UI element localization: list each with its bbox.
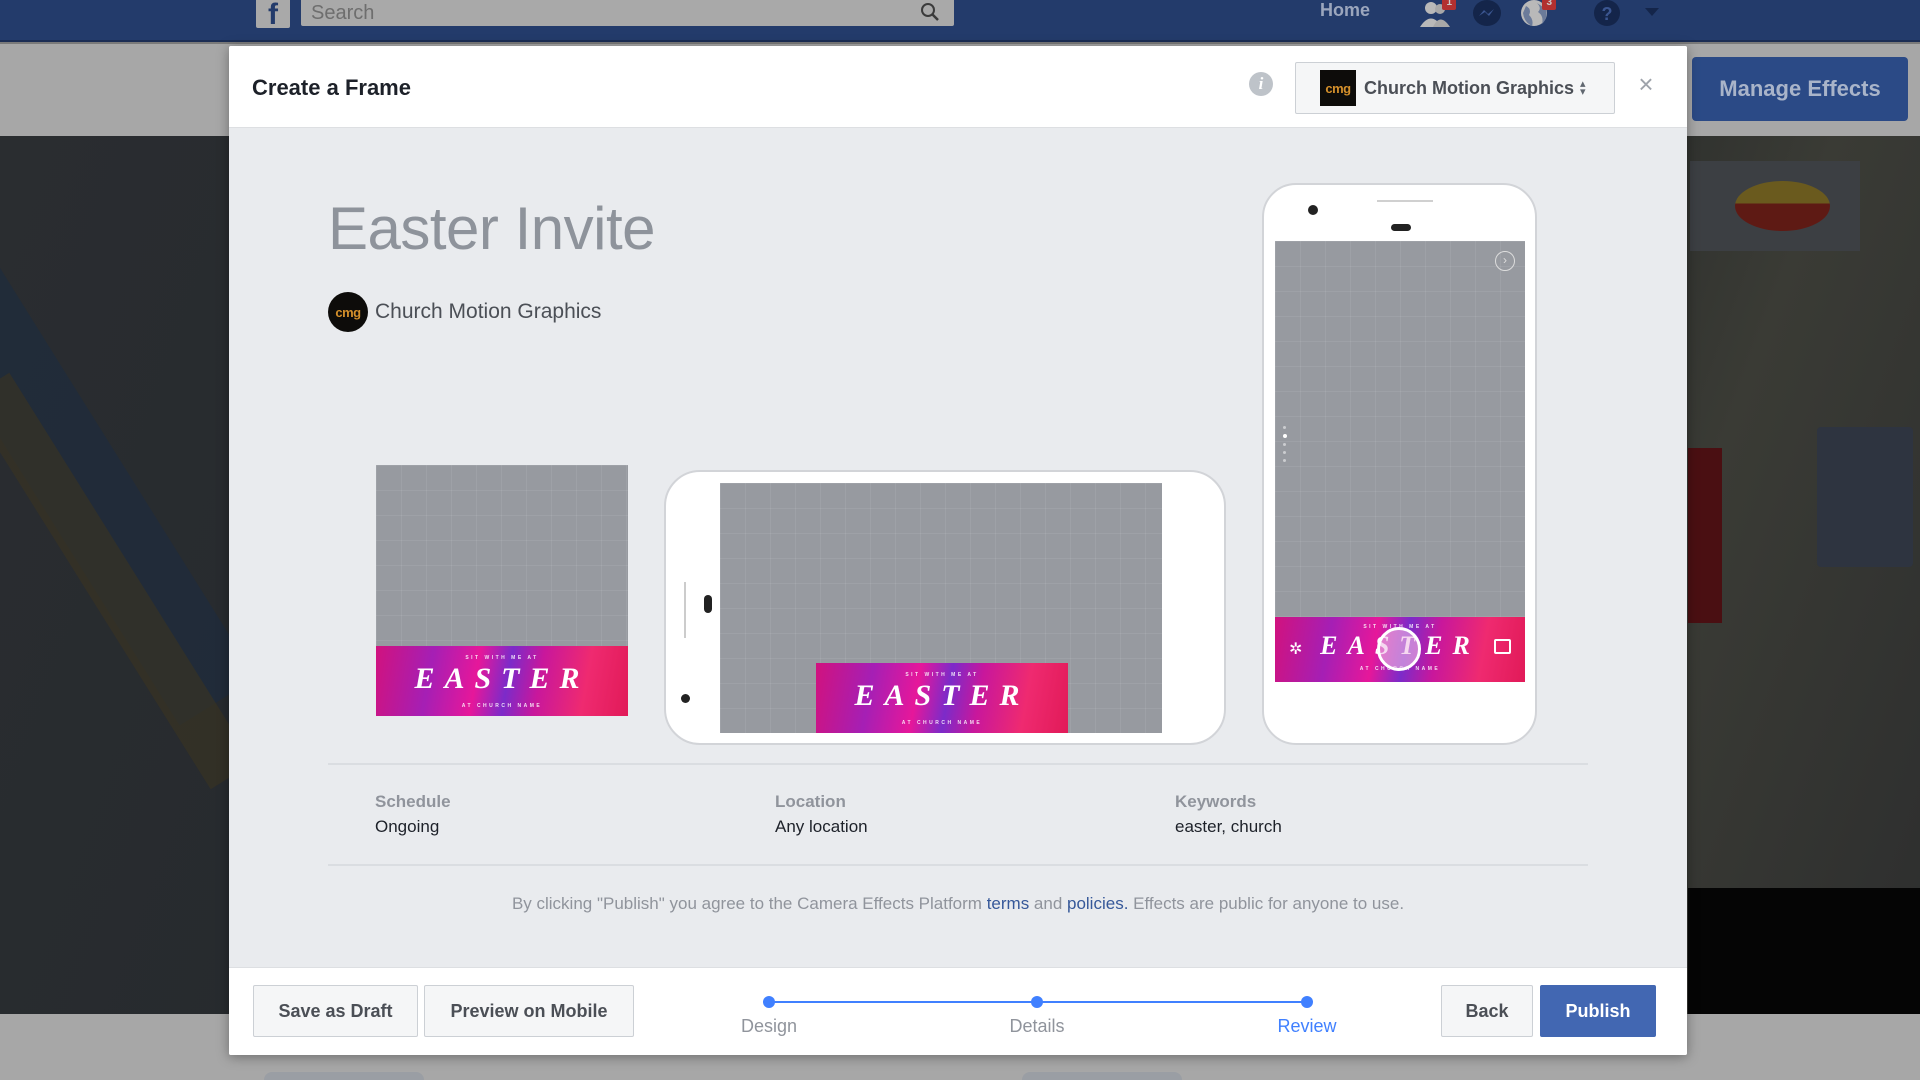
svg-text:?: ? bbox=[1602, 4, 1613, 24]
manage-effects-button[interactable]: Manage Effects bbox=[1692, 57, 1908, 121]
phone-camera bbox=[1308, 205, 1318, 215]
detail-keywords: Keywords easter, church bbox=[1175, 792, 1282, 837]
help-icon: ? bbox=[1594, 0, 1620, 26]
messenger-icon bbox=[1473, 0, 1501, 26]
phone-camera bbox=[681, 694, 690, 703]
notifications-badge: 3 bbox=[1542, 0, 1556, 10]
phone-screen: › SIT WITH ME AT EASTER AT CHURCH NAME ✲ bbox=[1275, 241, 1525, 682]
easter-frame-banner: SIT WITH ME AT EASTER AT CHURCH NAME bbox=[376, 646, 628, 716]
owner-avatar: cmg bbox=[328, 292, 368, 332]
gallery-icon bbox=[1494, 639, 1511, 654]
page-dots bbox=[1283, 426, 1287, 462]
publish-button[interactable]: Publish bbox=[1540, 985, 1656, 1037]
detail-value: Any location bbox=[775, 817, 868, 836]
legal-text: and bbox=[1029, 894, 1067, 913]
info-icon[interactable]: i bbox=[1249, 72, 1273, 96]
detail-label: Schedule bbox=[375, 792, 451, 811]
messenger-button[interactable] bbox=[1472, 0, 1502, 30]
dialog-header: Create a Frame i cmg Church Motion Graph… bbox=[229, 46, 1687, 128]
legal-text: By clicking "Publish" you agree to the C… bbox=[511, 894, 987, 913]
step-label-details[interactable]: Details bbox=[1009, 1016, 1064, 1037]
easter-frame-banner: SIT WITH ME AT EASTER AT CHURCH NAME bbox=[816, 663, 1068, 733]
frame-bottom-line: AT CHURCH NAME bbox=[901, 720, 983, 726]
phone-screen: SIT WITH ME AT EASTER AT CHURCH NAME bbox=[720, 483, 1162, 733]
effects-wand-icon: ✲ bbox=[1289, 641, 1303, 658]
notifications-button[interactable]: 3 bbox=[1520, 0, 1556, 30]
detail-value: easter, church bbox=[1175, 817, 1282, 836]
caret-down-icon bbox=[1645, 8, 1659, 16]
account-menu-button[interactable] bbox=[1644, 4, 1674, 34]
detail-label: Location bbox=[775, 792, 846, 811]
terms-link[interactable]: terms bbox=[987, 894, 1030, 913]
phone-speaker bbox=[704, 595, 712, 613]
legal-text: Effects are public for anyone to use. bbox=[1128, 894, 1405, 913]
frame-top-line: SIT WITH ME AT bbox=[465, 655, 539, 661]
landscape-phone-preview: SIT WITH ME AT EASTER AT CHURCH NAME bbox=[664, 470, 1226, 745]
nav-home-link[interactable]: Home bbox=[1320, 0, 1370, 22]
create-frame-dialog: Create a Frame i cmg Church Motion Graph… bbox=[229, 46, 1687, 1055]
detail-schedule: Schedule Ongoing bbox=[375, 792, 451, 837]
page-selector[interactable]: cmg Church Motion Graphics ▴ ▾ bbox=[1295, 62, 1615, 114]
help-button[interactable]: ? bbox=[1592, 0, 1622, 30]
friend-requests-badge: 1 bbox=[1442, 0, 1456, 10]
step-label-design[interactable]: Design bbox=[741, 1016, 797, 1037]
selected-page-label: Church Motion Graphics bbox=[1364, 77, 1575, 98]
frame-headline: EASTER bbox=[854, 679, 1030, 712]
close-icon[interactable]: × bbox=[1634, 71, 1658, 97]
facebook-top-bar: f Home 1 3 ? bbox=[0, 0, 1920, 42]
preview-on-mobile-button[interactable]: Preview on Mobile bbox=[424, 985, 634, 1037]
detail-location: Location Any location bbox=[775, 792, 868, 837]
legal-notice: By clicking "Publish" you agree to the C… bbox=[229, 894, 1687, 914]
step-dot-design[interactable] bbox=[763, 996, 775, 1008]
facebook-logo[interactable]: f bbox=[256, 0, 290, 30]
owner-name: Church Motion Graphics bbox=[375, 300, 602, 323]
effect-title: Easter Invite bbox=[328, 195, 656, 262]
portrait-phone-preview: › SIT WITH ME AT EASTER AT CHURCH NAME ✲ bbox=[1262, 183, 1537, 745]
detail-label: Keywords bbox=[1175, 792, 1257, 811]
easter-frame-banner: SIT WITH ME AT EASTER AT CHURCH NAME ✲ bbox=[1275, 617, 1525, 682]
frame-bottom-line: AT CHURCH NAME bbox=[461, 703, 543, 709]
friend-requests-button[interactable]: 1 bbox=[1420, 0, 1456, 30]
divider bbox=[328, 763, 1588, 765]
effect-owner: cmg Church Motion Graphics bbox=[328, 292, 601, 332]
detail-value: Ongoing bbox=[375, 817, 440, 836]
page-logo: cmg bbox=[1320, 70, 1356, 106]
next-arrow-icon: › bbox=[1495, 251, 1515, 271]
frame-top-line: SIT WITH ME AT bbox=[905, 672, 979, 678]
policies-link[interactable]: policies. bbox=[1067, 894, 1128, 913]
frame-headline: EASTER bbox=[414, 662, 590, 695]
dialog-title: Create a Frame bbox=[252, 75, 411, 100]
search-input[interactable] bbox=[301, 0, 911, 26]
search-icon[interactable] bbox=[920, 2, 940, 22]
step-dot-review[interactable] bbox=[1301, 996, 1313, 1008]
step-label-review[interactable]: Review bbox=[1277, 1016, 1336, 1037]
save-as-draft-button[interactable]: Save as Draft bbox=[253, 985, 418, 1037]
phone-earpiece bbox=[1391, 224, 1411, 231]
sort-updown-icon: ▴ ▾ bbox=[1580, 78, 1586, 98]
shutter-button-icon bbox=[1377, 627, 1421, 671]
back-button[interactable]: Back bbox=[1441, 985, 1533, 1037]
square-frame-preview: SIT WITH ME AT EASTER AT CHURCH NAME bbox=[376, 465, 628, 716]
step-dot-details[interactable] bbox=[1031, 996, 1043, 1008]
dialog-footer: Save as Draft Preview on Mobile Design D… bbox=[229, 967, 1687, 1055]
search-box[interactable] bbox=[301, 0, 954, 26]
divider bbox=[328, 864, 1588, 866]
